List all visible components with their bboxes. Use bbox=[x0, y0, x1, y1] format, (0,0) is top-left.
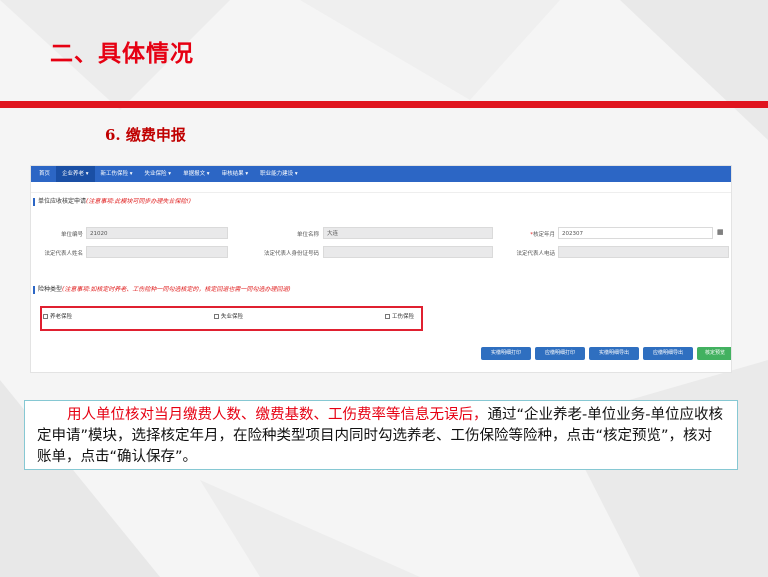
top-nav: 首页 企业养老 ▾ 新工伤保险 ▾ 失业保险 ▾ 单据报文 ▾ 审核结果 ▾ 职… bbox=[31, 166, 731, 182]
unit-name-label: 单位名称 bbox=[296, 232, 319, 238]
legal-phone-label: 法定代表人电话 bbox=[516, 251, 555, 257]
description-box: 用人单位核对当月缴费人数、缴费基数、工伤费率等信息无误后，通过“企业养老-单位业… bbox=[24, 400, 738, 470]
legal-phone-field[interactable] bbox=[558, 246, 729, 258]
section-note: (注意事项:此模块可同步办理失业保险!) bbox=[86, 198, 192, 205]
export-paid-detail-button[interactable]: 实缴明细导出 bbox=[589, 347, 639, 360]
unit-name-field[interactable]: 大连 bbox=[323, 227, 493, 239]
unit-no-field[interactable]: 21020 bbox=[86, 227, 228, 239]
nav-home[interactable]: 首页 bbox=[33, 166, 56, 182]
pension-checkbox[interactable]: 养老保险 bbox=[43, 312, 72, 320]
nav-injury-insurance[interactable]: 新工伤保险 ▾ bbox=[95, 166, 139, 182]
legal-name-label: 法定代表人姓名 bbox=[44, 251, 83, 257]
nav-unemployment-insurance[interactable]: 失业保险 ▾ bbox=[139, 166, 178, 182]
export-due-detail-button[interactable]: 应缴明细导出 bbox=[643, 347, 693, 360]
section-note: (注意事项:如核定时养老、工伤险种一同勾选核定的，核定回退也需一同勾选办理回退) bbox=[62, 286, 291, 293]
unemployment-checkbox[interactable]: 失业保险 bbox=[214, 312, 243, 320]
nav-documents[interactable]: 单据报文 ▾ bbox=[177, 166, 216, 182]
print-paid-detail-button[interactable]: 实缴明细打印 bbox=[481, 347, 531, 360]
legal-name-field[interactable] bbox=[86, 246, 228, 258]
checkbox-label: 养老保险 bbox=[50, 314, 73, 320]
section-marker bbox=[33, 197, 35, 206]
injury-checkbox[interactable]: 工伤保险 bbox=[385, 312, 414, 320]
month-label-text: 核定年月 bbox=[532, 232, 555, 238]
checkbox-label: 工伤保险 bbox=[392, 314, 415, 320]
section-title: 单位应收核定申请 bbox=[38, 198, 87, 205]
checkbox-label: 失业保险 bbox=[221, 314, 244, 320]
print-due-detail-button[interactable]: 应缴明细打印 bbox=[535, 347, 585, 360]
nav-vocational-skills[interactable]: 职业能力建设 ▾ bbox=[254, 166, 304, 182]
section-insurance-type: 险种类型(注意事项:如核定时养老、工伤险种一同勾选核定的，核定回退也需一同勾选办… bbox=[33, 284, 291, 294]
calendar-icon[interactable]: ▦ bbox=[717, 228, 724, 236]
section-unit-receivable: 单位应收核定申请(注意事项:此模块可同步办理失业保险!) bbox=[33, 196, 191, 206]
slide-subtitle: 6. 缴费申报 bbox=[105, 126, 186, 144]
app-screenshot: 首页 企业养老 ▾ 新工伤保险 ▾ 失业保险 ▾ 单据报文 ▾ 审核结果 ▾ 职… bbox=[30, 165, 732, 373]
legal-id-field[interactable] bbox=[323, 246, 493, 258]
tab-strip bbox=[31, 182, 731, 193]
unit-no-label: 单位编号 bbox=[60, 232, 83, 238]
checkbox-square[interactable] bbox=[43, 313, 48, 319]
section-title: 险种类型 bbox=[38, 286, 63, 293]
section-marker bbox=[33, 285, 35, 294]
checkbox-square[interactable] bbox=[385, 313, 390, 319]
verify-preview-button[interactable]: 核定预览 bbox=[697, 347, 731, 360]
month-label: *核定年月 bbox=[495, 230, 555, 238]
red-divider bbox=[0, 101, 768, 108]
nav-enterprise-pension[interactable]: 企业养老 ▾ bbox=[56, 166, 95, 182]
nav-review-results[interactable]: 审核结果 ▾ bbox=[216, 166, 255, 182]
legal-id-label: 法定代表人身份证号码 bbox=[263, 251, 319, 257]
slide-title: 二、具体情况 bbox=[50, 41, 194, 67]
checkbox-square[interactable] bbox=[214, 313, 219, 319]
month-field[interactable]: 202307 bbox=[558, 227, 713, 239]
description-highlight: 用人单位核对当月缴费人数、缴费基数、工伤费率等信息无误后， bbox=[67, 407, 488, 423]
